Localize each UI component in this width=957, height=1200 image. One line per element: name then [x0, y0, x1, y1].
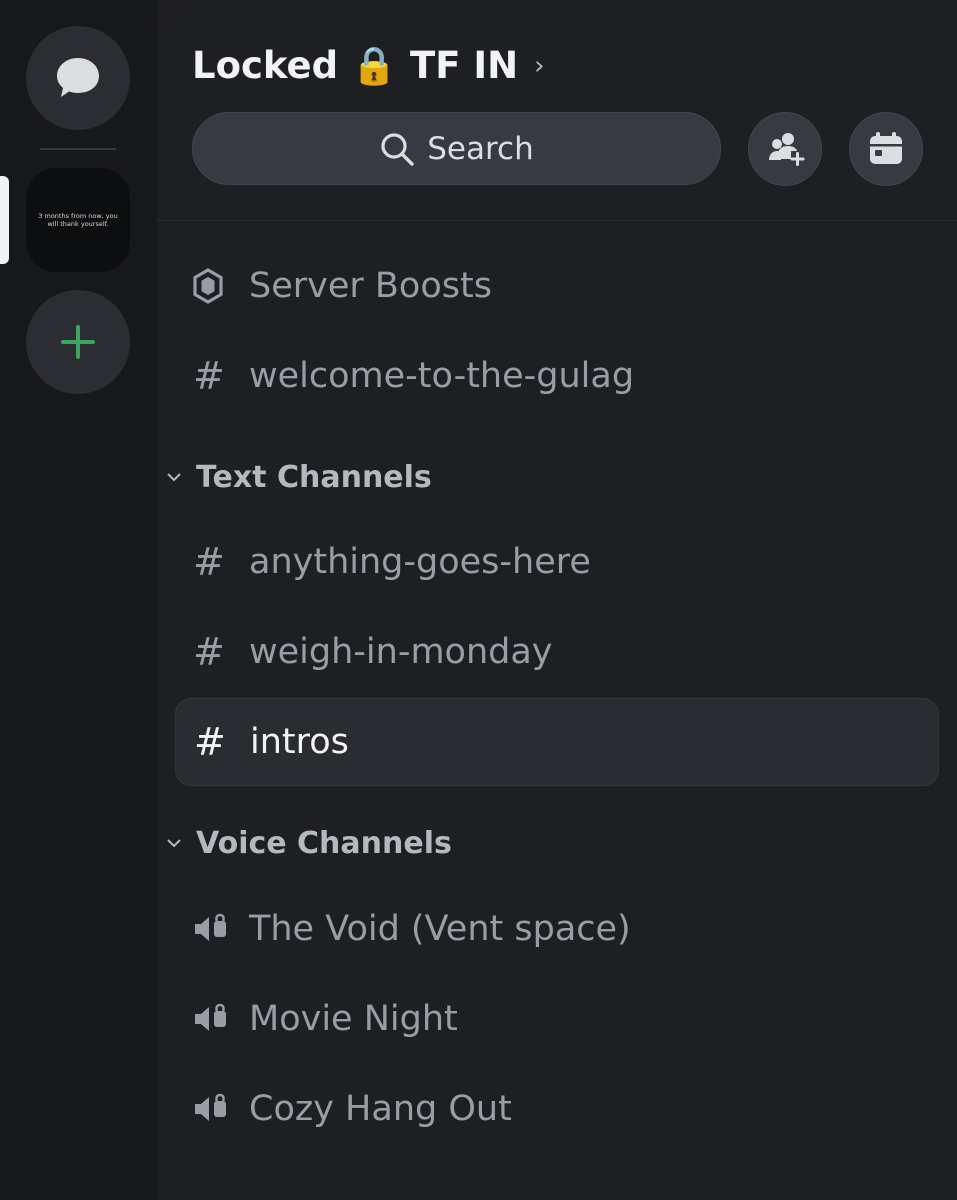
voice-channel-cozy-hang-out[interactable]: Cozy Hang Out	[175, 1065, 939, 1153]
search-icon	[381, 132, 414, 166]
channel-label: intros	[250, 722, 349, 762]
server-icon-text: 3 months from now, you will thank yourse…	[38, 212, 118, 228]
channel-anything-goes-here[interactable]: # anything-goes-here	[175, 518, 939, 606]
invite-members-button[interactable]	[748, 112, 822, 186]
chat-bubble-icon	[57, 58, 99, 97]
boost-icon	[193, 268, 223, 304]
server-boosts-item[interactable]: Server Boosts	[175, 242, 939, 330]
channel-label: weigh-in-monday	[249, 632, 553, 672]
server-name: Locked 🔒 TF IN	[192, 44, 519, 87]
rail-separator	[40, 148, 116, 150]
search-label: Search	[427, 130, 534, 167]
chevron-down-icon	[167, 473, 181, 482]
channel-welcome-to-the-gulag[interactable]: # welcome-to-the-gulag	[175, 332, 939, 420]
search-button[interactable]: Search	[192, 112, 721, 185]
server-boosts-label: Server Boosts	[249, 266, 492, 306]
channel-weigh-in-monday[interactable]: # weigh-in-monday	[175, 608, 939, 696]
direct-messages-button[interactable]	[26, 26, 130, 130]
voice-lock-icon	[195, 1003, 226, 1031]
hash-icon: #	[193, 540, 225, 584]
channel-label: welcome-to-the-gulag	[249, 356, 635, 396]
category-label: Text Channels	[196, 459, 432, 495]
server-rail: 3 months from now, you will thank yourse…	[0, 0, 157, 1200]
server-icon-locked-tf-in[interactable]: 3 months from now, you will thank yourse…	[26, 168, 130, 272]
category-voice-channels[interactable]: Voice Channels	[166, 818, 452, 868]
selected-server-indicator	[0, 176, 9, 264]
channel-label: Cozy Hang Out	[249, 1089, 512, 1129]
calendar-icon	[870, 132, 902, 164]
voice-lock-icon	[195, 1093, 226, 1121]
hash-icon: #	[193, 354, 225, 398]
add-user-icon	[769, 133, 805, 166]
channel-label: The Void (Vent space)	[249, 909, 631, 949]
plus-icon	[61, 325, 95, 359]
hash-icon: #	[193, 630, 225, 674]
voice-channel-movie-night[interactable]: Movie Night	[175, 975, 939, 1063]
events-button[interactable]	[849, 112, 923, 186]
voice-channel-the-void[interactable]: The Void (Vent space)	[175, 885, 939, 973]
add-server-button[interactable]	[26, 290, 130, 394]
category-text-channels[interactable]: Text Channels	[166, 452, 432, 502]
chevron-right-icon: ›	[534, 51, 545, 81]
server-header[interactable]: Locked 🔒 TF IN ›	[192, 38, 545, 94]
channel-label: anything-goes-here	[249, 542, 591, 582]
voice-lock-icon	[195, 913, 226, 941]
channel-intros[interactable]: # intros	[175, 698, 939, 786]
channel-label: Movie Night	[249, 999, 458, 1039]
hash-icon: #	[194, 720, 226, 764]
chevron-down-icon	[167, 839, 181, 848]
header-divider	[157, 220, 957, 221]
category-label: Voice Channels	[196, 825, 452, 861]
